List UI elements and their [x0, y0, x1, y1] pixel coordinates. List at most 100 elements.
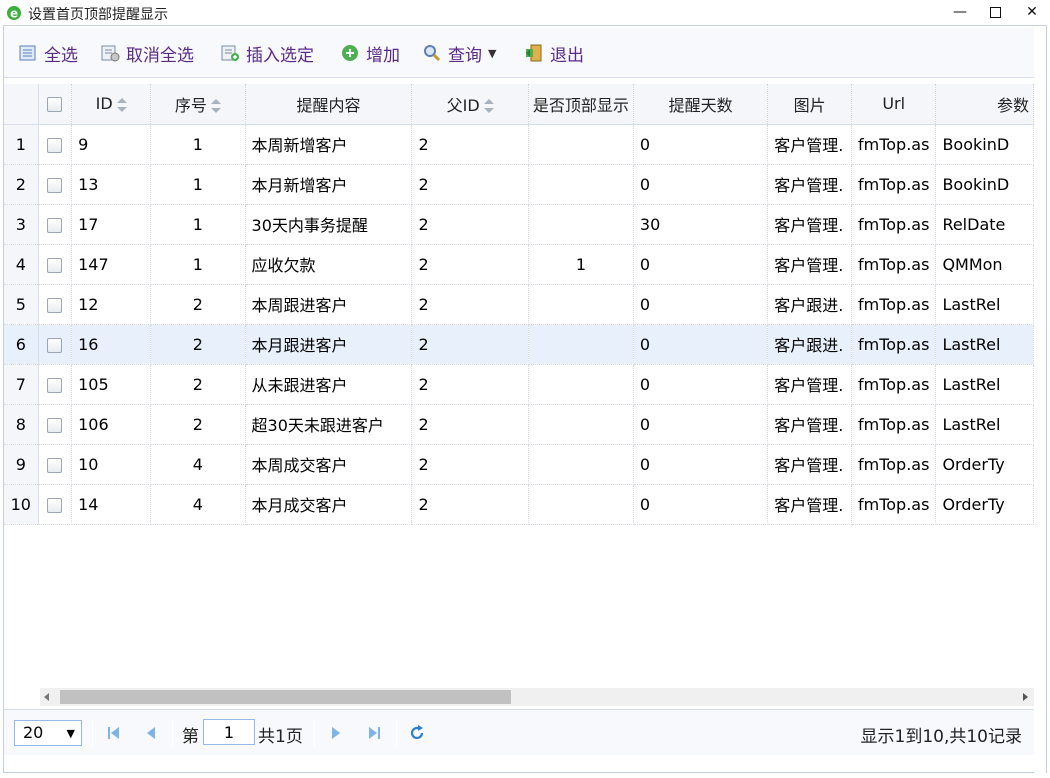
column-header-label: 序号 — [174, 95, 207, 115]
refresh-icon[interactable] — [407, 723, 427, 743]
cell-parent-id: 2 — [411, 284, 529, 325]
search-icon — [424, 45, 441, 62]
scroll-left-icon[interactable] — [44, 693, 49, 701]
page-number-input[interactable] — [203, 719, 255, 745]
next-page-icon[interactable] — [326, 723, 346, 743]
page-size-select[interactable]: 20 ▼ — [14, 720, 82, 746]
table-row[interactable]: 7 105 2 从未跟进客户 2 0 客户管理. fmTop.as LastRel — [4, 364, 1034, 405]
chevron-down-icon: ▼ — [488, 46, 497, 60]
row-checkbox[interactable] — [38, 164, 73, 205]
cell-url: fmTop.as — [851, 124, 937, 165]
column-header-label: 图片 — [793, 95, 826, 115]
deselect-all-label: 取消全选 — [126, 45, 194, 66]
checkbox-box — [47, 457, 63, 473]
exit-door-icon — [526, 44, 542, 62]
deselect-all-button[interactable]: 取消全选 — [100, 40, 194, 66]
cell-parent-id: 2 — [411, 204, 529, 245]
row-checkbox[interactable] — [38, 284, 73, 325]
add-button[interactable]: 增加 — [340, 40, 400, 66]
cell-parent-id: 2 — [411, 124, 529, 165]
sort-icon — [483, 99, 494, 114]
column-header-content[interactable]: 提醒内容 — [245, 84, 413, 125]
cell-param: OrderTy — [935, 444, 1034, 485]
cell-id: 16 — [71, 324, 152, 365]
prev-page-icon[interactable] — [141, 723, 161, 743]
cell-param: OrderTy — [935, 484, 1034, 525]
cell-url: fmTop.as — [851, 244, 937, 285]
column-header-show-top[interactable]: 是否顶部显示 — [528, 84, 634, 125]
checkbox-box — [47, 97, 63, 113]
checkbox-box — [47, 497, 63, 513]
table-row[interactable]: 1 9 1 本周新增客户 2 0 客户管理. fmTop.as BookinD — [4, 124, 1034, 165]
row-number: 9 — [4, 444, 39, 485]
row-checkbox[interactable] — [38, 244, 73, 285]
row-number: 10 — [4, 484, 39, 525]
cell-seq: 4 — [150, 444, 246, 485]
checkbox-box — [47, 177, 63, 193]
row-number: 1 — [4, 124, 39, 165]
row-number: 2 — [4, 164, 39, 205]
table-row[interactable]: 4 147 1 应收欠款 2 1 0 客户管理. fmTop.as QMMon — [4, 244, 1034, 285]
cell-seq: 1 — [150, 244, 246, 285]
cell-seq: 2 — [150, 284, 246, 325]
select-all-button[interactable]: 全选 — [18, 40, 78, 66]
cell-seq: 4 — [150, 484, 246, 525]
table-row[interactable]: 8 106 2 超30天未跟进客户 2 0 客户管理. fmTop.as LastRel — [4, 404, 1034, 445]
column-header-url[interactable]: Url — [851, 84, 937, 125]
query-button[interactable]: 查询 ▼ — [422, 40, 496, 66]
scroll-right-icon[interactable] — [1023, 693, 1028, 701]
select-all-label: 全选 — [44, 45, 78, 66]
cell-show-top — [528, 484, 634, 525]
cell-days: 0 — [633, 244, 769, 285]
checkbox-box — [47, 337, 63, 353]
row-checkbox[interactable] — [38, 404, 73, 445]
table-row[interactable]: 3 17 1 30天内事务提醒 2 30 客户管理. fmTop.as RelDate — [4, 204, 1034, 245]
maximize-button[interactable] — [975, 0, 1015, 25]
cell-days: 0 — [633, 324, 769, 365]
cell-id: 10 — [71, 444, 152, 485]
exit-button[interactable]: 退出 — [524, 40, 584, 66]
cell-show-top — [528, 204, 634, 245]
row-checkbox[interactable] — [38, 484, 73, 525]
cell-content: 30天内事务提醒 — [245, 204, 413, 245]
table-row[interactable]: 9 10 4 本周成交客户 2 0 客户管理. fmTop.as OrderTy — [4, 444, 1034, 485]
column-header-id[interactable]: ID — [71, 84, 152, 125]
row-checkbox[interactable] — [38, 364, 73, 405]
row-checkbox[interactable] — [38, 444, 73, 485]
column-header-image[interactable]: 图片 — [767, 84, 852, 125]
sort-icon — [210, 99, 221, 114]
column-header-seq[interactable]: 序号 — [150, 84, 246, 125]
cell-param: LastRel — [935, 324, 1034, 365]
table-body: 1 9 1 本周新增客户 2 0 客户管理. fmTop.as BookinD 2 13 1 本月新增客… — [4, 124, 1034, 525]
exit-label: 退出 — [550, 45, 584, 66]
minimize-button[interactable]: — — [940, 0, 980, 25]
row-checkbox[interactable] — [38, 324, 73, 365]
cell-show-top — [528, 364, 634, 405]
cell-content: 本周跟进客户 — [245, 284, 413, 325]
table-row[interactable]: 2 13 1 本月新增客户 2 0 客户管理. fmTop.as BookinD — [4, 164, 1034, 205]
table-row[interactable]: 10 14 4 本月成交客户 2 0 客户管理. fmTop.as OrderTy — [4, 484, 1034, 525]
first-page-icon[interactable] — [104, 723, 124, 743]
insert-selected-button[interactable]: 插入选定 — [220, 40, 314, 66]
scroll-thumb[interactable] — [60, 690, 511, 704]
row-checkbox[interactable] — [38, 204, 73, 245]
column-header-param[interactable]: 参数 — [935, 84, 1034, 125]
row-number: 4 — [4, 244, 39, 285]
toolbar: 全选 取消全选 插入选定 增加 查询 ▼ 退出 — [4, 28, 1034, 78]
table-row[interactable]: 5 12 2 本周跟进客户 2 0 客户跟进. fmTop.as LastRel — [4, 284, 1034, 325]
select-all-checkbox[interactable] — [38, 84, 73, 125]
cell-content: 本月跟进客户 — [245, 324, 413, 365]
cell-image: 客户管理. — [767, 124, 852, 165]
column-header-parent-id[interactable]: 父ID — [411, 84, 529, 125]
add-icon — [342, 45, 358, 61]
close-button[interactable]: ✕ — [1012, 0, 1050, 25]
column-header-days[interactable]: 提醒天数 — [633, 84, 769, 125]
horizontal-scrollbar[interactable] — [40, 688, 1034, 706]
cell-seq: 2 — [150, 404, 246, 445]
row-checkbox[interactable] — [38, 124, 73, 165]
table-row[interactable]: 6 16 2 本月跟进客户 2 0 客户跟进. fmTop.as LastRel — [4, 324, 1034, 365]
checkbox-box — [47, 257, 63, 273]
svg-text:e: e — [10, 7, 18, 21]
last-page-icon[interactable] — [364, 723, 384, 743]
window-title: 设置首页顶部提醒显示 — [28, 7, 168, 23]
